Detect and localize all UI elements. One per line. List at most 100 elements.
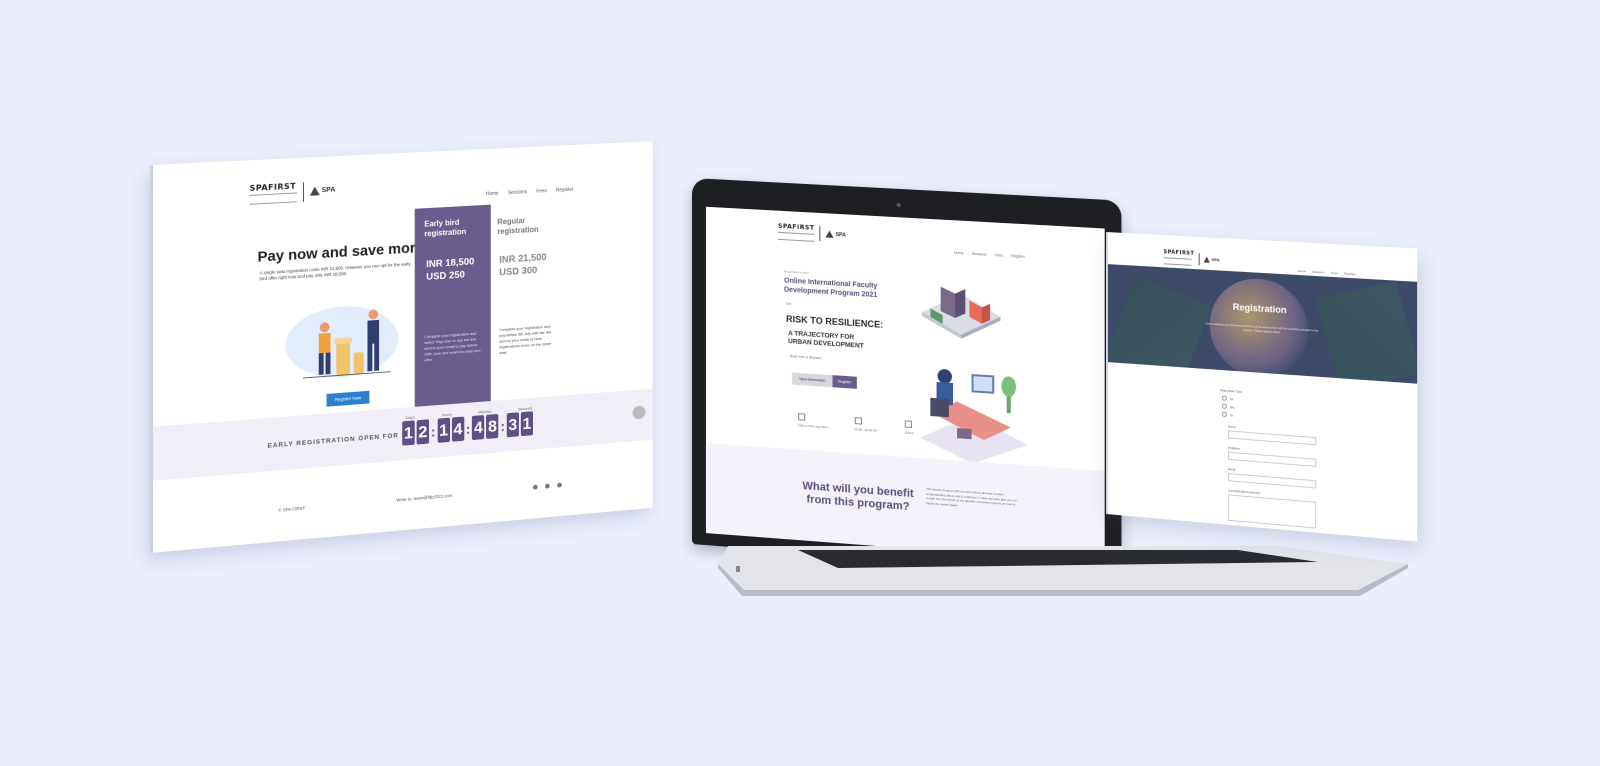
unit-days: Days [406, 414, 415, 421]
pricing-page: SPAFIRST SPA Home Sessions Fees Register… [150, 141, 653, 553]
nav-home[interactable]: Home [486, 191, 499, 197]
digit: 4 [472, 414, 485, 441]
nav-register[interactable]: Register [1344, 271, 1356, 276]
nav-fees[interactable]: Fees [536, 188, 546, 194]
logo-text: SPAFIRST [249, 181, 297, 193]
digit: 1 [437, 417, 450, 443]
contact-email[interactable]: Write to: team@fdp2021.com [396, 493, 452, 503]
laptop-keyboard-base [718, 546, 1408, 596]
nav-home[interactable]: Home [1298, 269, 1306, 274]
radio-label: Ms. [1230, 404, 1235, 410]
digit: 4 [451, 416, 464, 442]
logo-divider [1198, 252, 1200, 265]
register-now-button[interactable]: Register Now [326, 390, 370, 407]
laptop-lid: SPAFIRST SPA Home Sessions Fees Register… [692, 178, 1122, 577]
colon: : [430, 423, 436, 440]
facebook-icon[interactable] [532, 484, 538, 490]
nav-fees[interactable]: Fees [1331, 271, 1338, 276]
spa-logo: SPA [1203, 255, 1220, 263]
top-nav: Home Sessions Fees Register [954, 251, 1025, 259]
early-bird-card: Early bird registration INR 18,500 USD 2… [414, 204, 491, 423]
date-text: 12th to 17th July 2021 [798, 423, 828, 430]
on-label: On [786, 301, 791, 306]
site-logo[interactable]: SPAFIRST SPA [249, 180, 336, 205]
regular-price: INR 21,500 USD 300 [499, 251, 546, 279]
nav-sessions[interactable]: Sessions [972, 252, 987, 257]
chat-icon[interactable] [632, 405, 646, 420]
isometric-desk-illustration [920, 368, 1028, 468]
site-logo[interactable]: SPAFIRST SPA [1163, 249, 1220, 267]
spa-triangle-icon [1203, 255, 1210, 263]
spa-triangle-icon [309, 186, 320, 196]
event-meta: 12th to 17th July 2021 10:00 - 13:00 IST… [798, 413, 913, 435]
benefit-title: What will you benefit from this program? [802, 479, 914, 514]
spa-text: SPA [321, 186, 336, 195]
registration-form: Registration Type Mr. Ms. Dr. Name Insti… [1220, 388, 1333, 530]
registration-hero: Registration Every academic and professi… [1107, 264, 1418, 384]
nav-sessions[interactable]: Sessions [1312, 270, 1325, 275]
leaf-decoration [1107, 274, 1211, 384]
early-bird-heading: Early bird registration [424, 217, 467, 239]
logo-tagline-lines [249, 192, 298, 205]
camera-icon [896, 202, 901, 208]
device-mockup-scene: SPAFIRST SPA Home Sessions Fees Register… [0, 0, 1600, 766]
regular-note: Complete your registration and pay befor… [499, 323, 552, 356]
radio-label: Mr. [1230, 396, 1234, 401]
logo-tagline-lines [778, 231, 815, 242]
unit-hours: Hours [441, 411, 452, 418]
mode-text: Online [904, 430, 914, 436]
laptop-screen-landing-page: SPAFIRST SPA Home Sessions Fees Register… [705, 206, 1105, 564]
countdown-label: EARLY REGISTRATION OPEN FOR [267, 432, 399, 450]
spa-triangle-icon [825, 230, 834, 238]
saving-illustration [285, 303, 399, 382]
logo-text: SPAFIRST [778, 222, 815, 232]
theme-subheading: A TRAJECTORY FOR URBAN DEVELOPMENT [788, 329, 864, 350]
digit: 2 [416, 419, 430, 445]
logo-divider [819, 226, 821, 242]
theme-heading: RISK TO RESILIENCE: [786, 313, 884, 330]
digit: 3 [506, 412, 519, 438]
spa-logo: SPA [309, 186, 336, 196]
kicker: Registrations open [784, 269, 810, 275]
program-title: Online International Faculty Development… [784, 277, 878, 299]
linkedin-icon[interactable] [557, 482, 562, 488]
calendar-icon [798, 413, 806, 421]
nav-sessions[interactable]: Sessions [508, 189, 527, 196]
address-textarea[interactable] [1227, 494, 1317, 529]
nav-register[interactable]: Register [556, 187, 573, 194]
benefit-description: The faculty program will not only help t… [926, 486, 1017, 507]
pricing-description: A single seat registration costs INR 21,… [259, 261, 411, 282]
instagram-icon[interactable] [545, 483, 550, 489]
site-logo[interactable]: SPAFIRST SPA [778, 223, 846, 244]
logo-text: SPAFIRST [1163, 249, 1195, 257]
early-bird-price: INR 18,500 USD 250 [426, 256, 474, 284]
spa-text: SPA [835, 231, 846, 239]
early-bird-usd: USD 250 [426, 269, 465, 283]
logo-tagline-lines [1163, 257, 1192, 266]
regular-card: Regular registration INR 21,500 USD 300 … [497, 214, 572, 411]
social-links [532, 482, 562, 490]
top-nav: Home Sessions Fees Register [486, 187, 573, 197]
meta-date: 12th to 17th July 2021 [798, 413, 828, 429]
nav-home[interactable]: Home [954, 251, 964, 256]
register-button[interactable]: Register [832, 375, 857, 389]
view-info-button[interactable]: View Information [792, 372, 833, 388]
radio-circle [1221, 411, 1227, 418]
colon: : [500, 417, 505, 434]
colon: : [465, 420, 471, 437]
spa-logo: SPA [825, 230, 846, 239]
copyright: © SPA FIRST [278, 505, 306, 513]
nav-register[interactable]: Register [1011, 254, 1025, 259]
isometric-city-illustration [922, 286, 1001, 342]
spa-text: SPA [1211, 256, 1220, 263]
digit: 1 [520, 411, 533, 437]
radio-label: Dr. [1230, 412, 1234, 418]
nav-fees[interactable]: Fees [995, 253, 1003, 258]
meta-time: 10:00 - 13:00 IST [854, 416, 878, 433]
regular-heading: Regular registration [497, 216, 539, 237]
left-screen: SPAFIRST SPA Home Sessions Fees Register… [150, 141, 680, 553]
radio-circle [1221, 403, 1227, 409]
location-icon [904, 420, 912, 428]
time-text: 10:00 - 13:00 IST [854, 427, 878, 433]
meta-mode: Online [904, 420, 913, 435]
